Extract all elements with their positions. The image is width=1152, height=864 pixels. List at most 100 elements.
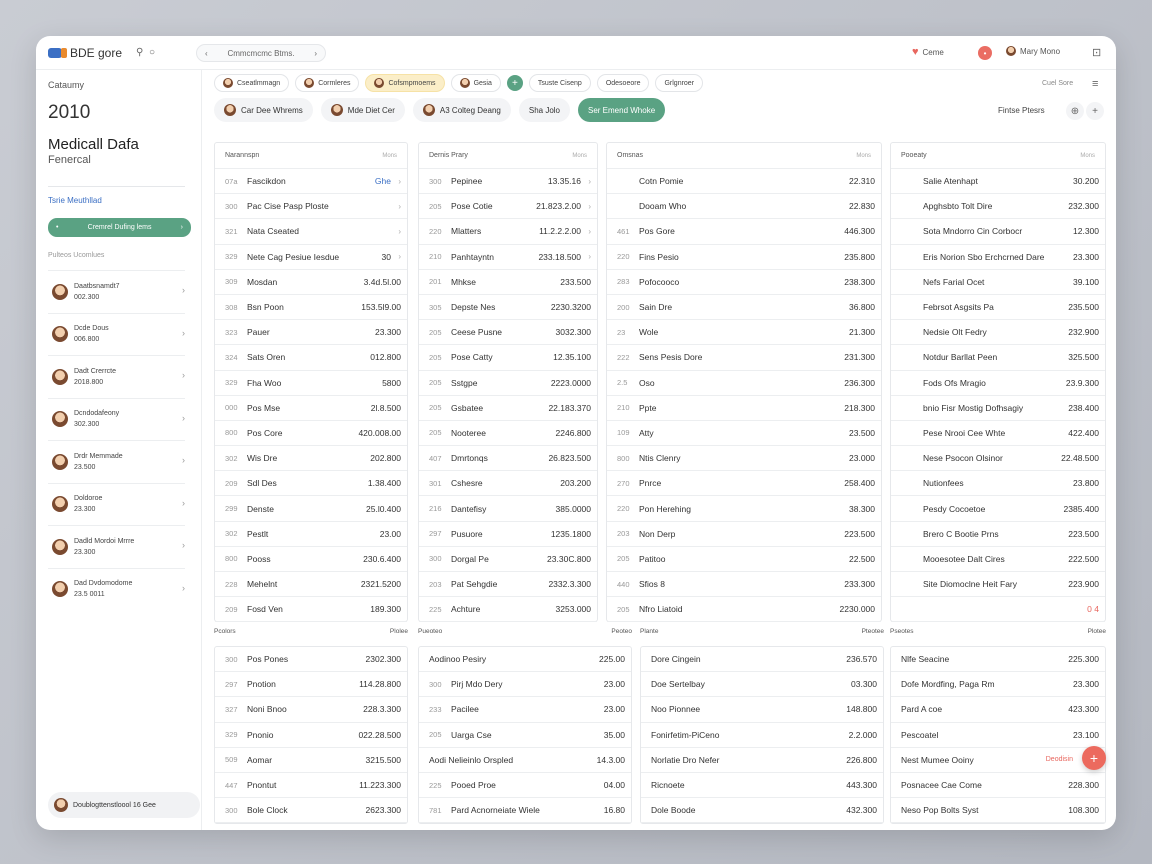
table-row[interactable]: Notdur Barllat Peen 325.500 [891, 345, 1105, 371]
target-icon[interactable]: ⊕ [1066, 102, 1084, 120]
table-row[interactable]: 2.5 Oso 236.300 [607, 371, 881, 396]
heart-icon[interactable]: ♥ [912, 46, 919, 58]
chevron-right-icon[interactable]: › [581, 227, 591, 236]
table-row[interactable]: Doe Sertelbay 03.300 [641, 672, 883, 698]
chevron-right-icon[interactable]: › [391, 202, 401, 211]
table-row[interactable]: Eris Norion Sbo Erchcrned Dare 23.300 [891, 245, 1105, 270]
chevron-right-icon[interactable]: › [581, 202, 591, 211]
table-row[interactable]: 220 Pon Herehing 38.300 [607, 496, 881, 522]
filter-chip[interactable]: Odesoeore [596, 74, 650, 92]
filter-chip[interactable]: Grlgnroer [655, 74, 704, 92]
filter-pill[interactable]: A3 Colteg Deang [412, 98, 511, 122]
add-icon[interactable]: + [1086, 102, 1104, 120]
table-row[interactable]: 300 Pepinee 13.35.16 › [419, 169, 597, 195]
table-row[interactable]: Nutionfees 23.800 [891, 471, 1105, 497]
table-row[interactable]: 209 Sdl Des 1.38.400 [215, 471, 407, 497]
table-row[interactable]: Norlatie Dro Nefer 226.800 [641, 748, 883, 773]
table-row[interactable]: Pard A coe 423.300 [891, 697, 1105, 723]
table-row[interactable]: Posnacee Cae Come 228.300 [891, 773, 1105, 799]
table-row[interactable]: 324 Sats Oren 012.800 [215, 345, 407, 371]
contact-item[interactable]: Dadt Crerrcte 2018.800 › [48, 355, 185, 398]
table-row[interactable]: 210 Panhtayntn 233.18.500 › [419, 245, 597, 270]
contact-item[interactable]: Drdr Memmade 23.500 › [48, 440, 185, 483]
add-chip-icon[interactable]: + [506, 75, 523, 91]
table-row[interactable]: 447 Pnontut 11.223.300 [215, 773, 407, 799]
search-icon[interactable]: ⚲ [136, 47, 143, 58]
table-row[interactable]: 222 Sens Pesis Dore 231.300 [607, 345, 881, 371]
table-row[interactable]: 297 Pnotion 114.28.800 [215, 672, 407, 698]
favorites-area[interactable]: ♥ Ceme [912, 46, 944, 58]
chevron-right-icon[interactable]: › [581, 177, 591, 186]
table-row[interactable]: 07a Fascikdon Ghe › [215, 169, 407, 195]
contact-item[interactable]: Dadld Mordoi Mrrre 23.300 › [48, 525, 185, 568]
table-row[interactable]: 321 Nata Cseated › [215, 219, 407, 245]
table-row[interactable]: Ricnoete 443.300 [641, 773, 883, 799]
table-row[interactable]: 302 Wis Dre 202.800 [215, 446, 407, 472]
table-row[interactable]: 210 Ppte 218.300 [607, 396, 881, 421]
table-row[interactable]: 205 Nooteree 2246.800 [419, 421, 597, 447]
table-row[interactable]: bnio Fisr Mostig Dofhsagiy 238.400 [891, 396, 1105, 421]
table-row[interactable]: 461 Pos Gore 446.300 [607, 219, 881, 245]
table-row[interactable]: 270 Pnrce 258.400 [607, 471, 881, 497]
sidebar-footer[interactable]: Doublogttenstloool 16 Gee [48, 792, 200, 818]
table-row[interactable]: 109 Atty 23.500 [607, 421, 881, 447]
filter-chip[interactable]: Cofsmpmoems [365, 74, 445, 92]
table-row[interactable]: Neso Pop Bolts Syst 108.300 [891, 798, 1105, 824]
filter-pill[interactable]: Car Dee Whrems [214, 98, 313, 122]
contact-item[interactable]: Doldoroe 23.300 › [48, 482, 185, 526]
table-row[interactable]: 205 Nfro Liatoid 2230.000 [607, 597, 881, 623]
table-row[interactable]: 301 Cshesre 203.200 [419, 471, 597, 497]
table-row[interactable]: 781 Pard Acnorneiate Wiele 16.80 [419, 798, 631, 824]
table-row[interactable]: 300 Bole Clock 2623.300 [215, 798, 407, 824]
table-row[interactable]: 302 Pestlt 23.00 [215, 522, 407, 547]
contact-item[interactable]: Daatbsnamdt7 002.300 › [48, 270, 185, 313]
table-row[interactable]: Sota Mndorro Cin Corbocr 12.300 [891, 219, 1105, 245]
table-row[interactable]: Nese Psocon Olsinor 22.48.500 [891, 446, 1105, 472]
table-row[interactable]: Dole Boode 432.300 [641, 798, 883, 824]
table-row[interactable]: Brero C Bootie Prns 223.500 [891, 522, 1105, 547]
table-row[interactable]: Nedsie Olt Fedry 232.900 [891, 320, 1105, 346]
table-row[interactable]: Noo Pionnee 148.800 [641, 697, 883, 723]
table-row[interactable]: Pesdy Cocoetoe 2385.400 [891, 496, 1105, 522]
filter-chip[interactable]: Tsuste Cisenp [528, 74, 591, 92]
table-row[interactable]: 205 Pose Cotie 21.823.2.00 › [419, 194, 597, 220]
table-row[interactable]: Nefs Farial Ocet 39.100 [891, 270, 1105, 295]
table-row[interactable]: 297 Pusuore 1235.1800 [419, 522, 597, 547]
filter-right-label[interactable]: Fintse Ptesrs [998, 106, 1045, 115]
filter-chip[interactable]: Cormleres [295, 74, 360, 92]
table-row[interactable]: 323 Pauer 23.300 [215, 320, 407, 346]
notification-icon[interactable]: • [978, 46, 992, 60]
filter-pill[interactable]: Mde Diet Cer [320, 98, 405, 122]
table-row[interactable]: Pese Nrooi Cee Whte 422.400 [891, 421, 1105, 447]
table-row[interactable]: 220 Fins Pesio 235.800 [607, 245, 881, 270]
table-row[interactable]: Dofe Mordfing, Paga Rm 23.300 [891, 672, 1105, 698]
table-row[interactable]: 440 Sfios 8 233.300 [607, 572, 881, 598]
forward-icon[interactable]: › [314, 49, 317, 58]
filter-chip[interactable]: Cseatlmmagn [214, 74, 290, 92]
table-row[interactable]: 309 Mosdan 3.4d.5l.00 [215, 270, 407, 295]
table-row[interactable]: 233 Pacilee 23.00 [419, 697, 631, 723]
back-icon[interactable]: ‹ [205, 49, 208, 58]
table-row[interactable]: 407 Dmrtonqs 26.823.500 [419, 446, 597, 472]
table-row[interactable]: 300 Pirj Mdo Dery 23.00 [419, 672, 631, 698]
table-row[interactable]: Nlfe Seacine 225.300 [891, 647, 1105, 673]
chevron-right-icon[interactable]: › [182, 370, 185, 380]
table-row[interactable]: 220 Mlatters 11.2.2.2.00 › [419, 219, 597, 245]
chevron-right-icon[interactable]: › [182, 455, 185, 465]
table-row[interactable]: Febrsot Asgsits Pa 235.500 [891, 295, 1105, 321]
table-row[interactable]: Dooam Who 22.830 [607, 194, 881, 220]
table-row[interactable]: 205 Sstgpe 2223.0000 [419, 371, 597, 396]
sidebar-primary-button[interactable]: • Cremrel Dufing lems › [48, 218, 191, 237]
table-row[interactable]: 283 Pofocooco 238.300 [607, 270, 881, 295]
address-bar[interactable]: ‹ Cmmcmcmc Btms. › [196, 44, 326, 62]
table-row[interactable]: Apghsbto Tolt Dire 232.300 [891, 194, 1105, 220]
table-row[interactable]: Mooesotee Dalt Cires 222.500 [891, 547, 1105, 572]
table-row[interactable]: 509 Aomar 3215.500 [215, 748, 407, 773]
table-row[interactable]: 308 Bsn Poon 153.5l9.00 [215, 295, 407, 321]
table-row[interactable]: 300 Dorgal Pe 23.30C.800 [419, 547, 597, 572]
table-row[interactable]: 216 Dantefisy 385.0000 [419, 496, 597, 522]
table-row[interactable]: 203 Pat Sehgdie 2332.3.300 [419, 572, 597, 598]
table-row[interactable]: 228 Mehelnt 2321.5200 [215, 572, 407, 598]
add-fab-button[interactable]: + [1082, 746, 1106, 770]
menu-icon[interactable]: ≡ [1092, 78, 1098, 90]
